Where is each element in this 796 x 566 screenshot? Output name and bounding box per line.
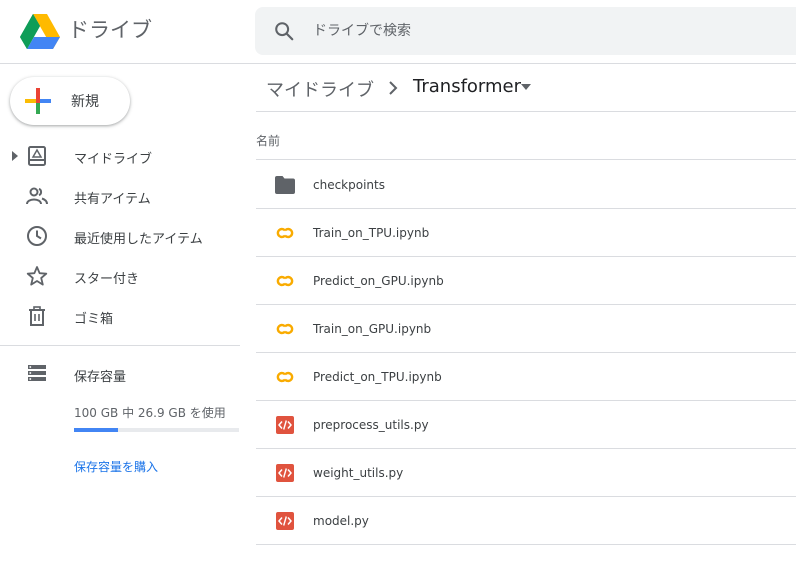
file-row-model[interactable]: model.py (256, 497, 796, 545)
sidebar-item-label: マイドライブ (74, 152, 153, 167)
star-icon (26, 266, 48, 286)
file-row-train-on-gpu[interactable]: Train_on_GPU.ipynb (256, 305, 796, 353)
sidebar-item-shared[interactable]: 共有アイテム (0, 178, 240, 214)
search-input[interactable] (313, 19, 713, 43)
code-file-icon (276, 464, 294, 482)
file-row-weight-utils[interactable]: weight_utils.py (256, 449, 796, 497)
sidebar-item-label: スター付き (74, 272, 140, 287)
expand-caret-icon[interactable] (10, 151, 20, 161)
top-bar: ドライブ (0, 0, 796, 64)
sidebar-divider (0, 345, 240, 346)
sidebar-item-label: 最近使用したアイテム (74, 232, 203, 247)
colab-notebook-icon (276, 371, 294, 383)
sidebar-item-label: ゴミ箱 (74, 312, 114, 327)
file-name: model.py (313, 514, 369, 528)
plus-icon (25, 88, 51, 114)
search-box[interactable] (255, 7, 796, 55)
file-list-header: 名前 (256, 112, 796, 160)
app-title[interactable]: ドライブ (68, 16, 152, 44)
sidebar-item-recent[interactable]: 最近使用したアイテム (0, 218, 240, 254)
search-icon[interactable] (273, 20, 295, 42)
file-name: Train_on_TPU.ipynb (313, 226, 430, 240)
breadcrumb-my-drive[interactable]: マイドライブ (266, 76, 374, 102)
file-name: preprocess_utils.py (313, 418, 429, 432)
folder-icon (275, 176, 295, 194)
chevron-right-icon (389, 81, 398, 95)
shared-icon (26, 187, 48, 205)
code-file-icon (276, 416, 294, 434)
file-name: Predict_on_GPU.ipynb (313, 274, 444, 288)
code-file-icon (276, 512, 294, 530)
sidebar-item-my-drive[interactable]: マイドライブ (0, 138, 240, 174)
file-row-train-on-tpu[interactable]: Train_on_TPU.ipynb (256, 209, 796, 257)
drive-logo-icon[interactable] (20, 13, 60, 49)
sidebar-item-label: 共有アイテム (74, 192, 151, 207)
my-drive-icon (28, 146, 46, 166)
sidebar-item-trash[interactable]: ゴミ箱 (0, 298, 240, 334)
storage-usage-text: 100 GB 中 26.9 GB を使用 (74, 406, 226, 420)
storage-usage-fill (74, 428, 119, 432)
colab-notebook-icon (276, 323, 294, 335)
new-button-label: 新規 (71, 94, 99, 110)
storage-icon (28, 365, 46, 381)
file-row-predict-on-tpu[interactable]: Predict_on_TPU.ipynb (256, 353, 796, 401)
trash-icon (29, 306, 45, 326)
colab-notebook-icon (276, 275, 294, 287)
storage-usage-bar (74, 428, 239, 432)
colab-notebook-icon (276, 227, 294, 239)
file-name: Train_on_GPU.ipynb (313, 322, 432, 336)
new-button[interactable]: 新規 (10, 77, 130, 125)
file-name: weight_utils.py (313, 466, 404, 480)
sidebar-item-starred[interactable]: スター付き (0, 258, 240, 294)
file-name: Predict_on_TPU.ipynb (313, 370, 442, 384)
breadcrumb-current-folder[interactable]: Transformer (413, 76, 521, 97)
buy-storage-link[interactable]: 保存容量を購入 (74, 458, 158, 475)
file-name: checkpoints (313, 178, 385, 192)
dropdown-arrow-icon[interactable] (520, 83, 532, 91)
file-row-preprocess-utils[interactable]: preprocess_utils.py (256, 401, 796, 449)
column-name-header[interactable]: 名前 (256, 132, 280, 149)
file-row-checkpoints[interactable]: checkpoints (256, 161, 796, 209)
breadcrumb: マイドライブ Transformer (256, 64, 796, 112)
clock-icon (27, 226, 47, 246)
file-row-predict-on-gpu[interactable]: Predict_on_GPU.ipynb (256, 257, 796, 305)
storage-title[interactable]: 保存容量 (74, 366, 126, 385)
